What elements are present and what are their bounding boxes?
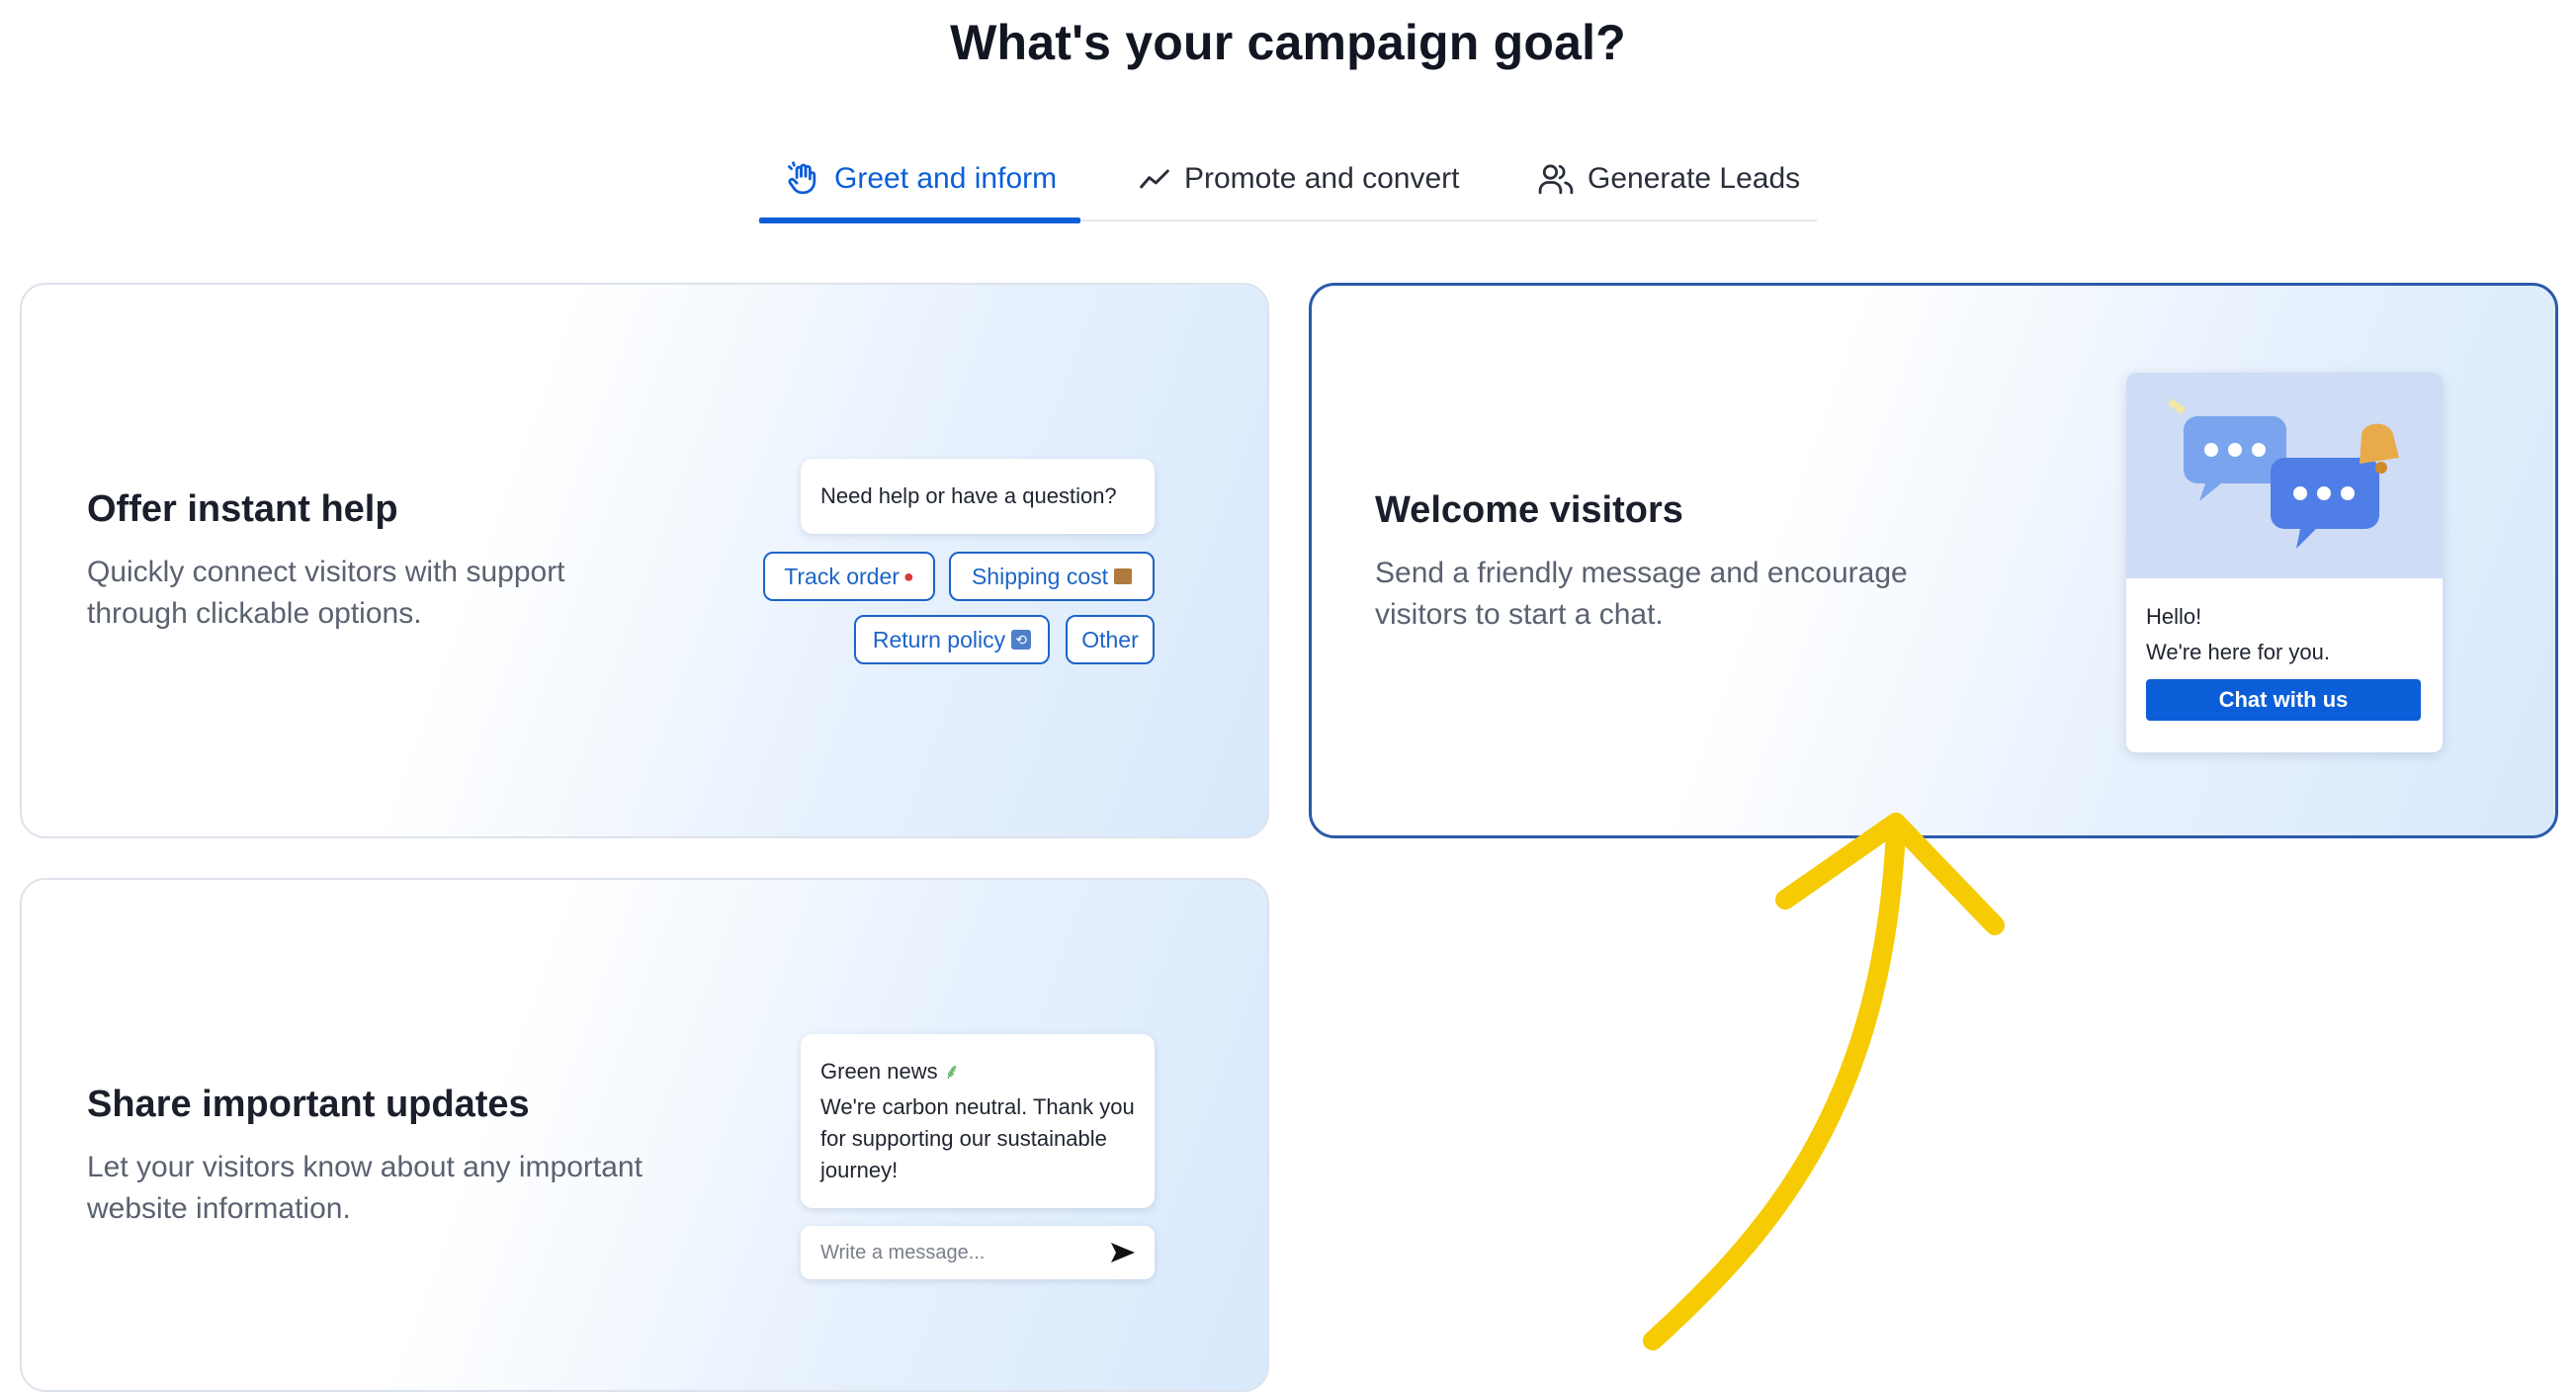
annotation-arrow bbox=[1643, 813, 2005, 1350]
